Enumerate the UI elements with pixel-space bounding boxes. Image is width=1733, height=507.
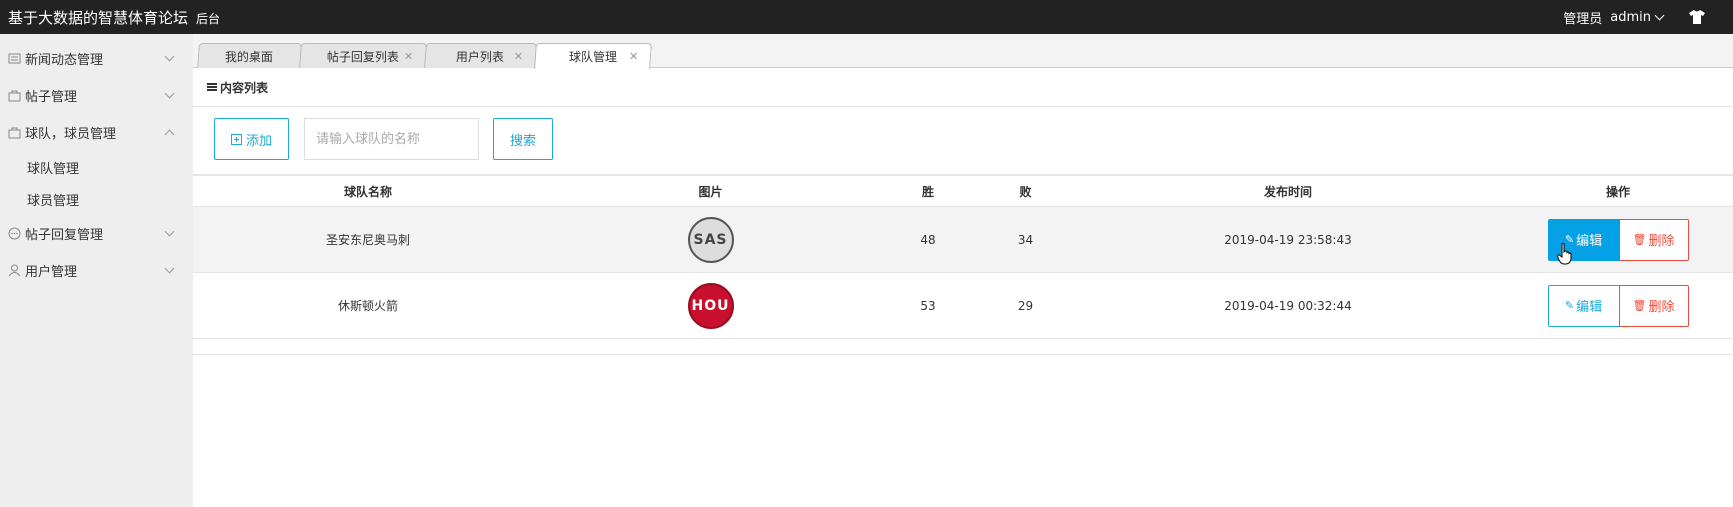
- column-header-actions: 操作: [1503, 175, 1733, 207]
- publish-date: 2019-04-19 00:32:44: [1224, 298, 1352, 313]
- add-button[interactable]: 添加: [214, 118, 289, 160]
- tab-label: 球队管理: [568, 50, 617, 64]
- sidebar-item-label: 帖子管理: [25, 90, 78, 105]
- list-icon: [207, 83, 217, 91]
- team-wins: 53: [920, 298, 936, 313]
- sidebar-item-label: 用户管理: [25, 265, 78, 280]
- delete-label: 删除: [1648, 234, 1675, 249]
- table-footer: [193, 339, 1733, 355]
- column-header-name: 球队名称: [193, 175, 543, 207]
- section-title: 内容列表: [193, 68, 1733, 107]
- plus-square-icon: [230, 133, 242, 145]
- sidebar-item-label: 球队，球员管理: [25, 127, 117, 142]
- tab-post-replies[interactable]: 帖子回复列表 ✕: [299, 43, 427, 68]
- comment-icon: [8, 227, 21, 240]
- section-title-text: 内容列表: [220, 80, 269, 95]
- team-losses: 29: [1017, 298, 1034, 313]
- trash-icon: 🗑: [1632, 233, 1647, 246]
- chevron-down-icon: [164, 226, 175, 237]
- tab-label: 用户列表: [456, 49, 505, 64]
- actions-cell: ✎ 编辑 🗑 删除: [1503, 273, 1733, 339]
- username: admin: [1610, 9, 1651, 25]
- bag-icon: [8, 127, 21, 139]
- team-logo: HOU: [687, 282, 734, 329]
- app-subtitle: 后台: [196, 11, 221, 26]
- column-header-date: 发布时间: [1073, 175, 1503, 207]
- team-image-cell: SAS: [543, 207, 878, 273]
- hand-cursor-icon: [1557, 243, 1572, 265]
- edit-button[interactable]: ✎ 编辑: [1547, 284, 1620, 327]
- close-icon[interactable]: ✕: [629, 50, 638, 63]
- team-losses: 34: [1017, 232, 1034, 247]
- publish-date: 2019-04-19 23:58:43: [1224, 232, 1352, 247]
- user-icon: [8, 264, 21, 277]
- chevron-down-icon: [164, 88, 175, 99]
- sidebar-item-label: 新闻动态管理: [25, 53, 104, 68]
- search-input[interactable]: [304, 118, 479, 160]
- tab-user-list[interactable]: 用户列表 ✕: [424, 43, 537, 68]
- column-header-losses: 败: [978, 175, 1073, 207]
- news-icon: [8, 53, 21, 64]
- header-right: 管理员 admin: [1563, 0, 1733, 34]
- team-logo: SAS: [687, 216, 734, 263]
- tab-label: 我的桌面: [225, 49, 274, 64]
- sidebar-subitem-player-management[interactable]: 球员管理: [0, 183, 193, 215]
- chevron-down-icon: [1654, 10, 1665, 20]
- team-name: 休斯顿火箭: [337, 299, 398, 313]
- table-row: 圣安东尼奥马刺 SAS 48 34 2019-04-19 23:58:43 ✎ …: [193, 206, 1733, 273]
- tab-team-management[interactable]: 球队管理 ✕: [534, 43, 652, 69]
- delete-button[interactable]: 🗑 删除: [1618, 218, 1689, 261]
- column-header-wins: 胜: [878, 175, 978, 207]
- team-wins: 48: [920, 232, 936, 247]
- sidebar-item-news[interactable]: 新闻动态管理: [0, 40, 193, 77]
- team-image-cell: HOU: [543, 273, 878, 339]
- table-row: 休斯顿火箭 HOU 53 29 2019-04-19 00:32:44 ✎ 编辑…: [193, 273, 1733, 339]
- sidebar-item-teams-players[interactable]: 球队，球员管理: [0, 114, 193, 151]
- search-button[interactable]: 搜索: [493, 118, 553, 160]
- sidebar-item-replies[interactable]: 帖子回复管理: [0, 215, 193, 252]
- delete-button[interactable]: 🗑 删除: [1618, 284, 1689, 327]
- row-actions: ✎ 编辑 🗑 删除: [1547, 284, 1689, 327]
- chevron-down-icon: [164, 51, 175, 62]
- app-title-text: 基于大数据的智慧体育论坛: [8, 8, 189, 27]
- sidebar-item-posts[interactable]: 帖子管理: [0, 77, 193, 114]
- edit-label: 编辑: [1576, 234, 1603, 249]
- toolbar: 添加 搜索: [193, 107, 1733, 175]
- chevron-up-icon: [164, 129, 175, 140]
- column-header-image: 图片: [543, 175, 878, 207]
- main-content: 内容列表 添加 搜索 球队名称 图片 胜 败 发布时间 操作 圣安东尼奥马刺: [193, 68, 1733, 507]
- sidebar-item-users[interactable]: 用户管理: [0, 252, 193, 289]
- app-title: 基于大数据的智慧体育论坛 后台: [0, 7, 220, 28]
- delete-label: 删除: [1648, 300, 1675, 315]
- top-header: 基于大数据的智慧体育论坛 后台 管理员 admin: [0, 0, 1733, 34]
- edit-label: 编辑: [1576, 300, 1603, 315]
- tab-label: 帖子回复列表: [326, 49, 399, 64]
- user-menu[interactable]: admin: [1610, 9, 1665, 25]
- tab-my-desktop[interactable]: 我的桌面: [197, 43, 302, 68]
- trash-icon: 🗑: [1632, 299, 1647, 312]
- close-icon[interactable]: ✕: [404, 50, 413, 63]
- sidebar-subitem-team-management[interactable]: 球队管理: [0, 151, 193, 183]
- team-name: 圣安东尼奥马刺: [325, 233, 410, 247]
- edit-icon: ✎: [1564, 299, 1575, 312]
- close-icon[interactable]: ✕: [514, 50, 523, 63]
- role-label: 管理员: [1563, 11, 1603, 27]
- tshirt-icon[interactable]: [1689, 10, 1705, 24]
- sidebar-item-label: 帖子回复管理: [25, 228, 104, 243]
- tab-bar: 我的桌面 帖子回复列表 ✕ 用户列表 ✕ 球队管理 ✕: [193, 34, 1733, 69]
- bag-icon: [8, 90, 21, 102]
- sidebar: 新闻动态管理 帖子管理 球队，球员管理 球队管理 球员管理 帖子回复管理 用户管: [0, 34, 193, 507]
- chevron-down-icon: [164, 263, 175, 274]
- team-table: 球队名称 图片 胜 败 发布时间 操作 圣安东尼奥马刺 SAS 48 34 20…: [193, 175, 1733, 339]
- actions-cell: ✎ 编辑 🗑 删除: [1503, 207, 1733, 273]
- add-button-label: 添加: [245, 133, 272, 149]
- table-header-row: 球队名称 图片 胜 败 发布时间 操作: [193, 175, 1733, 207]
